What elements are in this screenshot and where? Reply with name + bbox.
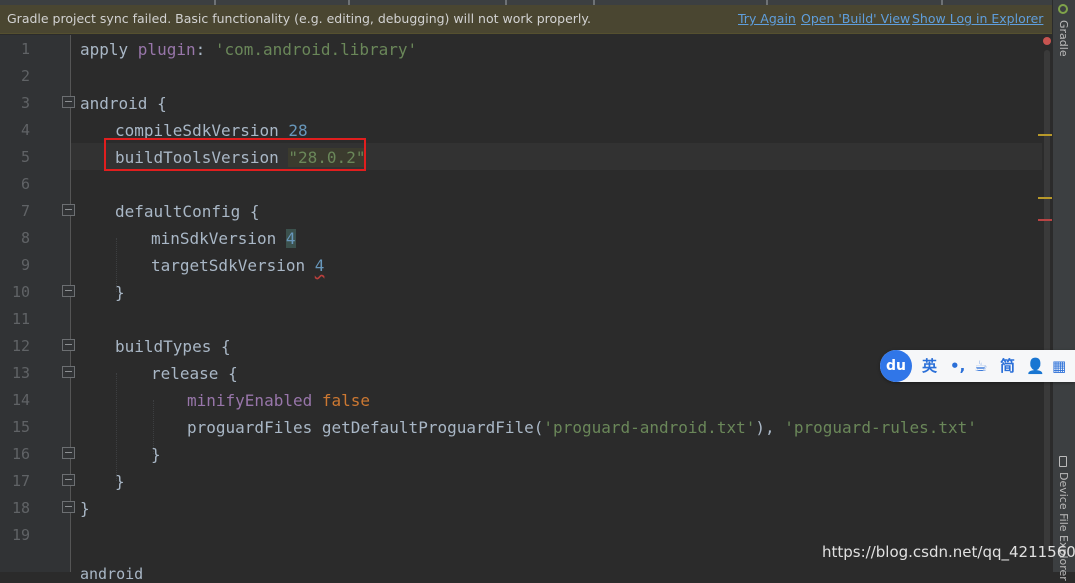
line-number: 12 bbox=[11, 337, 30, 355]
line-number: 4 bbox=[20, 121, 30, 139]
language-toggle[interactable]: 英 bbox=[922, 357, 937, 375]
proguard-rules-string: 'proguard-rules.txt' bbox=[784, 418, 977, 437]
line-number: 9 bbox=[20, 256, 30, 274]
code-line-7: defaultConfig { bbox=[115, 202, 260, 221]
minify-enabled-key: minifyEnabled bbox=[187, 391, 322, 410]
code-line-10: } bbox=[115, 283, 125, 302]
code-line-17: } bbox=[115, 472, 125, 491]
target-sdk-value: 4 bbox=[314, 256, 325, 275]
line-number: 15 bbox=[11, 418, 30, 436]
inspection-status-icon[interactable] bbox=[1042, 35, 1052, 47]
code-line-13: release { bbox=[151, 364, 238, 383]
show-log-link[interactable]: Show Log in Explorer bbox=[912, 11, 1043, 26]
colon: : bbox=[195, 40, 215, 59]
fold-end-icon[interactable] bbox=[62, 501, 75, 513]
fold-collapse-icon[interactable] bbox=[62, 339, 75, 351]
line-number: 16 bbox=[11, 445, 30, 463]
device-file-explorer-tab[interactable]: Device File Explorer bbox=[1057, 472, 1070, 581]
code-line-18: } bbox=[80, 499, 90, 518]
proguard-call: proguardFiles getDefaultProguardFile( bbox=[187, 418, 544, 437]
line-number: 14 bbox=[11, 391, 30, 409]
proguard-separator: ), bbox=[755, 418, 785, 437]
user-icon[interactable]: 👤 bbox=[1026, 357, 1045, 375]
simplified-toggle[interactable]: 简 bbox=[1000, 357, 1015, 375]
scrollbar-thumb[interactable] bbox=[1044, 50, 1050, 550]
line-number: 7 bbox=[20, 202, 30, 220]
minify-enabled-value: false bbox=[321, 391, 371, 410]
plugin-string: 'com.android.library' bbox=[214, 40, 418, 59]
gradle-elephant-icon[interactable] bbox=[1058, 4, 1068, 14]
fold-collapse-icon[interactable] bbox=[62, 204, 75, 216]
plugin-label: plugin bbox=[137, 40, 196, 59]
min-sdk-key: minSdkVersion bbox=[151, 229, 286, 248]
watermark: https://blog.csdn.net/qq_42115602 bbox=[822, 543, 1075, 561]
keyword-apply: apply bbox=[80, 40, 138, 59]
right-tool-window-bar: Gradle Device File Explorer bbox=[1052, 0, 1075, 581]
line-number: 10 bbox=[11, 283, 30, 301]
code-line-1: apply plugin: 'com.android.library' bbox=[80, 36, 417, 63]
line-number: 3 bbox=[20, 94, 30, 112]
line-number: 11 bbox=[11, 310, 30, 328]
line-number: 19 bbox=[11, 526, 30, 544]
try-again-link[interactable]: Try Again bbox=[738, 11, 796, 26]
banner-message: Gradle project sync failed. Basic functi… bbox=[7, 11, 591, 26]
fold-end-icon[interactable] bbox=[62, 474, 75, 486]
code-line-9: targetSdkVersion 4 bbox=[151, 252, 324, 279]
fold-end-icon[interactable] bbox=[62, 285, 75, 297]
gradle-sync-failed-banner: Gradle project sync failed. Basic functi… bbox=[0, 5, 1052, 34]
punctuation-icon[interactable]: •, bbox=[950, 357, 965, 375]
fold-collapse-icon[interactable] bbox=[62, 96, 75, 108]
code-line-15: proguardFiles getDefaultProguardFile('pr… bbox=[187, 414, 977, 441]
error-marker[interactable] bbox=[1038, 219, 1052, 221]
line-number: 1 bbox=[20, 40, 30, 58]
code-line-3: android { bbox=[80, 94, 167, 113]
gradle-tool-tab[interactable]: Gradle bbox=[1057, 20, 1070, 57]
warning-marker[interactable] bbox=[1038, 134, 1052, 136]
min-sdk-value: 4 bbox=[285, 229, 296, 248]
code-editor[interactable]: 1 2 3 4 5 6 7 8 9 10 11 12 13 14 15 16 1… bbox=[0, 35, 1042, 572]
line-number: 8 bbox=[20, 229, 30, 247]
warning-marker[interactable] bbox=[1038, 197, 1052, 199]
target-sdk-key: targetSdkVersion bbox=[151, 256, 315, 275]
line-gutter: 1 2 3 4 5 6 7 8 9 10 11 12 13 14 15 16 1… bbox=[0, 35, 71, 572]
ime-logo[interactable]: du bbox=[880, 350, 912, 382]
grid-menu-icon[interactable]: ▦ bbox=[1052, 357, 1066, 375]
open-build-view-link[interactable]: Open 'Build' View bbox=[801, 11, 910, 26]
annotation-highlight-box bbox=[104, 138, 366, 171]
line-number: 5 bbox=[20, 148, 30, 166]
ime-toolbar[interactable]: du 英 •, ☕ 简 👤 ▦ bbox=[880, 350, 1075, 382]
indent-guide bbox=[116, 373, 117, 481]
fold-collapse-icon[interactable] bbox=[62, 366, 75, 378]
line-number: 18 bbox=[11, 499, 30, 517]
device-icon[interactable] bbox=[1059, 456, 1067, 467]
line-number: 13 bbox=[11, 364, 30, 382]
mug-icon[interactable]: ☕ bbox=[974, 357, 987, 375]
proguard-android-string: 'proguard-android.txt' bbox=[543, 418, 756, 437]
next-file-fragment: android bbox=[80, 565, 144, 583]
fold-end-icon[interactable] bbox=[62, 447, 75, 459]
line-number: 6 bbox=[20, 175, 30, 193]
code-line-12: buildTypes { bbox=[115, 337, 231, 356]
code-line-14: minifyEnabled false bbox=[187, 387, 370, 414]
line-number: 17 bbox=[11, 472, 30, 490]
code-line-8: minSdkVersion 4 bbox=[151, 225, 296, 252]
editor-scrollbar[interactable] bbox=[1038, 35, 1052, 572]
code-line-16: } bbox=[151, 445, 161, 464]
line-number: 2 bbox=[20, 67, 30, 85]
